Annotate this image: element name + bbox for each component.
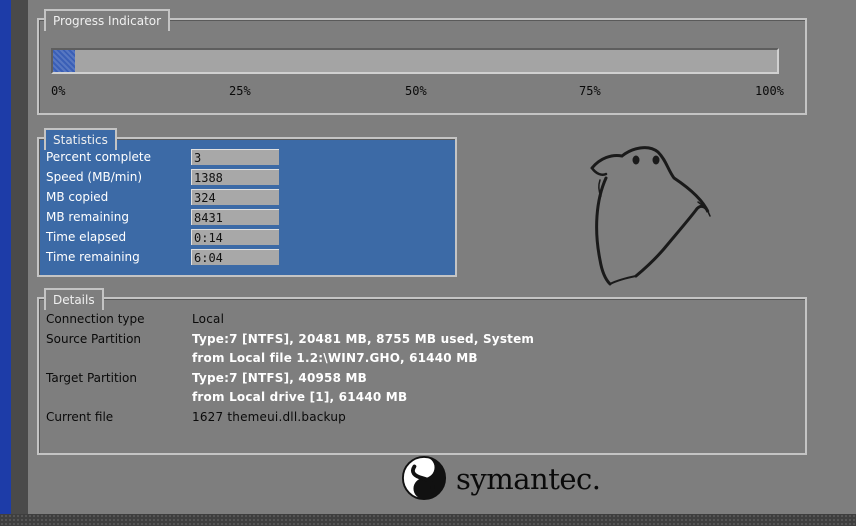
stat-speed: Speed (MB/min) 1388: [46, 169, 286, 187]
statistics-group: Statistics Percent complete 3 Speed (MB/…: [37, 128, 457, 277]
stat-label: Percent complete: [46, 150, 152, 164]
current-file-value: 1627 themeui.dll.backup: [192, 410, 346, 424]
progress-bar: [51, 48, 779, 74]
stat-value: 8431: [191, 209, 279, 225]
details-group: Details Connection type Local Source Par…: [37, 288, 807, 455]
stat-mb-copied: MB copied 324: [46, 189, 286, 207]
bottom-border: [0, 514, 856, 526]
progress-tick-0: 0%: [51, 84, 66, 98]
ghost-mascot-icon: [590, 146, 711, 286]
target-partition-line1: Type:7 [NTFS], 40958 MB: [192, 371, 368, 385]
connection-type-value: Local: [192, 312, 225, 326]
symantec-wordmark: symantec.: [456, 462, 601, 496]
stat-time-elapsed: Time elapsed 0:14: [46, 229, 286, 247]
symantec-logo-icon: [401, 455, 447, 501]
connection-type-label: Connection type: [46, 312, 145, 326]
current-file-label: Current file: [46, 410, 114, 424]
details-title: Details: [44, 288, 104, 310]
progress-indicator-group: Progress Indicator 0% 25% 50% 75% 100%: [37, 9, 807, 115]
progress-bar-fill: [53, 50, 75, 72]
progress-tick-25: 25%: [229, 84, 251, 98]
stat-label: MB remaining: [46, 210, 129, 224]
stat-value: 324: [191, 189, 279, 205]
stat-value: 1388: [191, 169, 279, 185]
stat-mb-remaining: MB remaining 8431: [46, 209, 286, 227]
stat-label: Time elapsed: [46, 230, 127, 244]
progress-tick-50: 50%: [405, 84, 427, 98]
stat-value: 6:04: [191, 249, 279, 265]
progress-tick-100: 100%: [755, 84, 784, 98]
stat-label: MB copied: [46, 190, 109, 204]
stat-value: 0:14: [191, 229, 279, 245]
progress-indicator-title: Progress Indicator: [44, 9, 171, 31]
source-partition-label: Source Partition: [46, 332, 142, 346]
source-partition-line2: from Local file 1.2:\WIN7.GHO, 61440 MB: [192, 351, 478, 365]
stat-label: Speed (MB/min): [46, 170, 143, 184]
stat-value: 3: [191, 149, 279, 165]
source-partition-line1: Type:7 [NTFS], 20481 MB, 8755 MB used, S…: [192, 332, 535, 346]
target-partition-label: Target Partition: [46, 371, 137, 385]
statistics-title: Statistics: [44, 128, 117, 150]
stat-percent-complete: Percent complete 3: [46, 149, 286, 167]
stat-label: Time remaining: [46, 250, 140, 264]
target-partition-line2: from Local drive [1], 61440 MB: [192, 390, 408, 404]
progress-tick-75: 75%: [579, 84, 601, 98]
stat-time-remaining: Time remaining 6:04: [46, 249, 286, 267]
